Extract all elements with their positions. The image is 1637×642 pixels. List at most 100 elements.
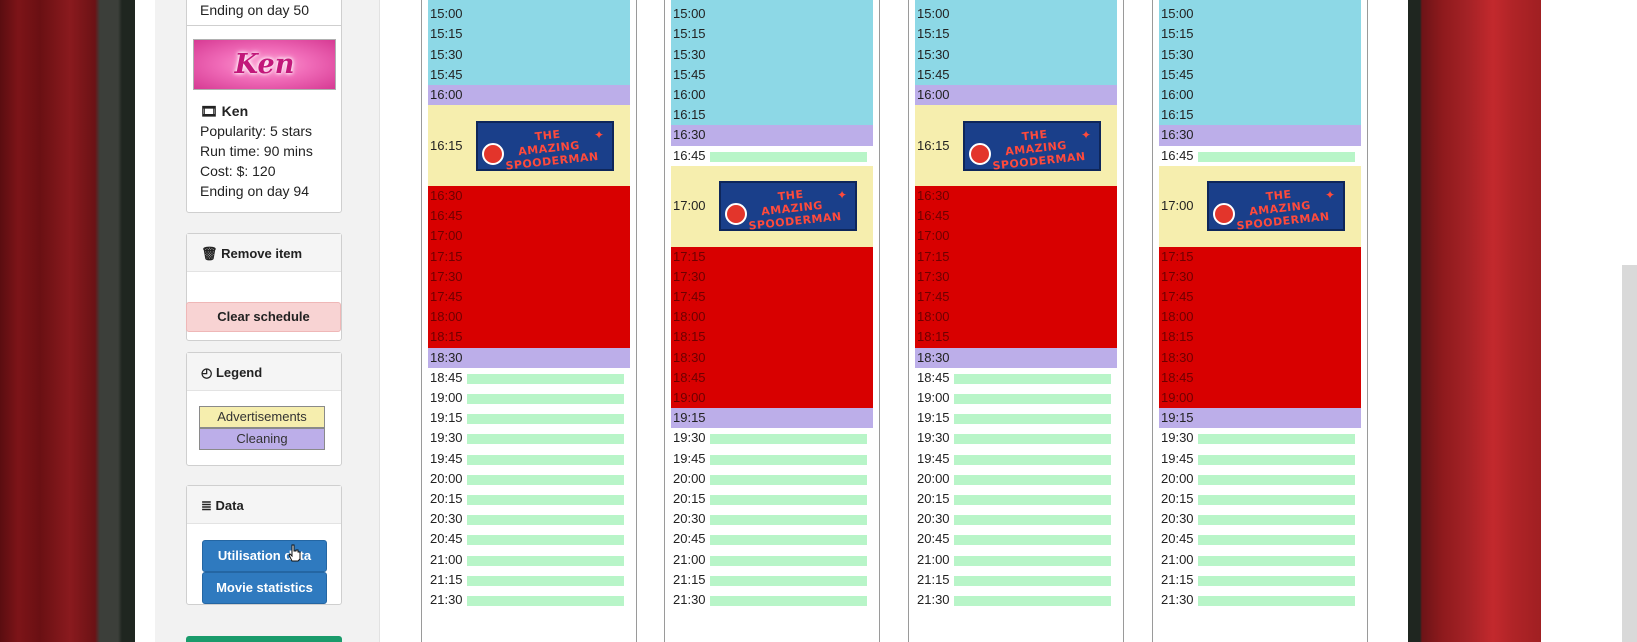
- free-slot[interactable]: 18:45: [428, 368, 630, 388]
- booked-slot[interactable]: 17:45: [428, 287, 630, 308]
- free-slot[interactable]: 20:00: [1159, 469, 1361, 489]
- free-slot[interactable]: 21:15: [915, 570, 1117, 590]
- showing-slot[interactable]: 15:45: [1159, 64, 1361, 85]
- free-slot-bar[interactable]: [467, 555, 624, 566]
- booked-slot[interactable]: 16:45: [915, 206, 1117, 227]
- advertisement-slot[interactable]: 16:15 ✦ THE AMAZING SPOODERMAN: [428, 105, 630, 186]
- free-slot-bar[interactable]: [954, 454, 1111, 465]
- free-slot[interactable]: 19:15: [428, 408, 630, 428]
- cleaning-slot[interactable]: 18:30: [428, 347, 630, 368]
- free-slot[interactable]: 19:45: [915, 449, 1117, 469]
- showing-slot[interactable]: 16:00: [671, 85, 873, 106]
- free-slot-bar[interactable]: [467, 596, 624, 606]
- showing-slot[interactable]: 15:15: [671, 24, 873, 45]
- free-slot[interactable]: 20:00: [915, 469, 1117, 489]
- free-slot[interactable]: 19:15: [915, 408, 1117, 428]
- free-slot[interactable]: 21:30: [428, 590, 630, 610]
- booked-slot[interactable]: 18:00: [671, 307, 873, 328]
- free-slot[interactable]: 20:30: [428, 509, 630, 529]
- booked-slot[interactable]: 17:45: [1159, 287, 1361, 308]
- free-slot[interactable]: 20:30: [671, 509, 873, 529]
- free-slot[interactable]: 20:30: [915, 509, 1117, 529]
- spooderman-poster[interactable]: ✦ THE AMAZING SPOODERMAN: [476, 120, 614, 172]
- showing-slot[interactable]: 15:15: [1159, 24, 1361, 45]
- showing-slot[interactable]: 15:00: [671, 4, 873, 25]
- booked-slot[interactable]: 18:00: [1159, 307, 1361, 328]
- spooderman-poster[interactable]: ✦ THE AMAZING SPOODERMAN: [963, 120, 1101, 172]
- cleaning-slot[interactable]: 16:00: [428, 85, 630, 106]
- cleaning-slot[interactable]: 16:00: [915, 85, 1117, 106]
- booked-slot[interactable]: 17:30: [428, 266, 630, 287]
- free-slot-bar[interactable]: [710, 495, 867, 505]
- free-slot-bar[interactable]: [710, 575, 867, 586]
- free-slot[interactable]: 19:00: [915, 388, 1117, 408]
- free-slot-bar[interactable]: [710, 151, 867, 162]
- free-slot[interactable]: 16:45: [671, 146, 873, 166]
- free-slot-bar[interactable]: [954, 575, 1111, 586]
- free-slot[interactable]: 19:45: [671, 449, 873, 469]
- showing-slot[interactable]: 15:15: [915, 24, 1117, 45]
- free-slot[interactable]: 20:45: [1159, 529, 1361, 549]
- cleaning-slot[interactable]: 18:30: [915, 347, 1117, 368]
- free-slot-bar[interactable]: [954, 495, 1111, 505]
- booked-slot[interactable]: 18:15: [915, 327, 1117, 348]
- showing-slot[interactable]: 15:00: [1159, 4, 1361, 25]
- free-slot-bar[interactable]: [467, 575, 624, 586]
- free-slot[interactable]: 20:00: [428, 469, 630, 489]
- free-slot-bar[interactable]: [1198, 596, 1355, 606]
- free-slot-bar[interactable]: [467, 394, 624, 404]
- free-slot-bar[interactable]: [954, 474, 1111, 485]
- booked-slot[interactable]: 17:30: [915, 266, 1117, 287]
- free-slot[interactable]: 20:15: [915, 489, 1117, 509]
- free-slot[interactable]: 16:45: [1159, 146, 1361, 166]
- showing-slot[interactable]: 15:45: [915, 64, 1117, 85]
- free-slot[interactable]: 20:45: [671, 529, 873, 549]
- free-slot-bar[interactable]: [710, 535, 867, 546]
- free-slot[interactable]: 19:45: [1159, 449, 1361, 469]
- free-slot-bar[interactable]: [1198, 575, 1355, 586]
- booked-slot[interactable]: 16:30: [428, 186, 630, 207]
- free-slot-bar[interactable]: [467, 373, 624, 384]
- movie-statistics-button[interactable]: Movie statistics: [202, 572, 327, 604]
- free-slot-bar[interactable]: [467, 535, 624, 546]
- free-slot-bar[interactable]: [954, 414, 1111, 425]
- movie-poster[interactable]: Ken: [193, 39, 336, 90]
- booked-slot[interactable]: 17:00: [428, 226, 630, 247]
- free-slot-bar[interactable]: [710, 454, 867, 465]
- free-slot[interactable]: 20:45: [915, 529, 1117, 549]
- booked-slot[interactable]: 16:30: [915, 186, 1117, 207]
- free-slot[interactable]: 19:30: [428, 428, 630, 448]
- cleaning-slot[interactable]: 16:30: [1159, 125, 1361, 146]
- free-slot[interactable]: 21:30: [915, 590, 1117, 610]
- free-slot[interactable]: 20:30: [1159, 509, 1361, 529]
- booked-slot[interactable]: 18:00: [428, 307, 630, 328]
- booked-slot[interactable]: 18:30: [671, 347, 873, 368]
- booked-slot[interactable]: 17:15: [671, 246, 873, 267]
- utilisation-data-button[interactable]: Utilisation data: [202, 540, 327, 572]
- free-slot-bar[interactable]: [1198, 434, 1355, 445]
- free-slot[interactable]: 21:15: [428, 570, 630, 590]
- free-slot-bar[interactable]: [1198, 474, 1355, 485]
- free-slot-bar[interactable]: [954, 596, 1111, 606]
- booked-slot[interactable]: 18:30: [1159, 347, 1361, 368]
- free-slot-bar[interactable]: [710, 555, 867, 566]
- free-slot[interactable]: 19:00: [428, 388, 630, 408]
- booked-slot[interactable]: 17:15: [915, 246, 1117, 267]
- free-slot-bar[interactable]: [954, 555, 1111, 566]
- spooderman-poster[interactable]: ✦ THE AMAZING SPOODERMAN: [1207, 181, 1345, 233]
- free-slot[interactable]: 21:30: [671, 590, 873, 610]
- free-slot-bar[interactable]: [1198, 454, 1355, 465]
- free-slot[interactable]: 21:15: [1159, 570, 1361, 590]
- free-slot-bar[interactable]: [954, 434, 1111, 445]
- booked-slot[interactable]: 17:45: [915, 287, 1117, 308]
- booked-slot[interactable]: 17:45: [671, 287, 873, 308]
- free-slot-bar[interactable]: [467, 495, 624, 505]
- green-button-edge[interactable]: [186, 636, 342, 642]
- free-slot-bar[interactable]: [467, 454, 624, 465]
- booked-slot[interactable]: 19:00: [1159, 388, 1361, 409]
- scrollbar[interactable]: [1622, 265, 1637, 642]
- showing-slot[interactable]: 15:30: [1159, 44, 1361, 65]
- cleaning-slot[interactable]: 19:15: [1159, 408, 1361, 429]
- showing-slot[interactable]: 15:00: [428, 4, 630, 25]
- booked-slot[interactable]: 17:30: [671, 266, 873, 287]
